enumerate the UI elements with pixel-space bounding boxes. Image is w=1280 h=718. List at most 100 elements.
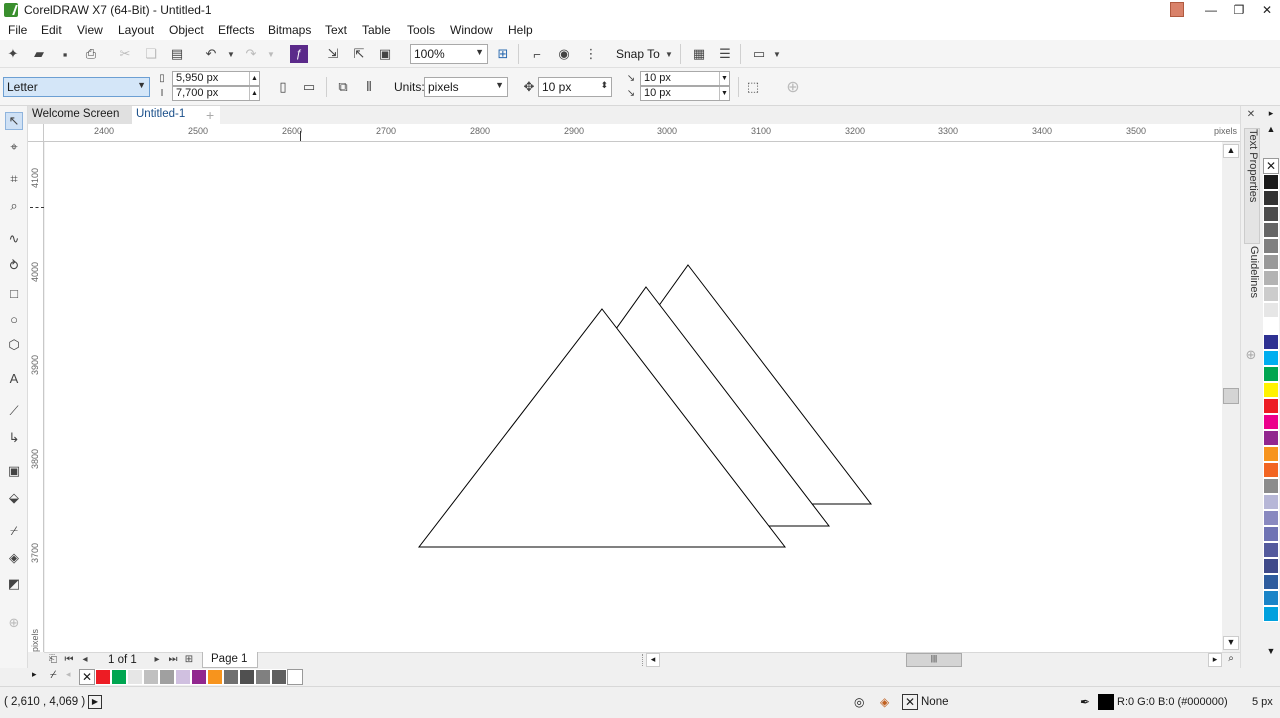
menu-layout[interactable]: Layout bbox=[118, 23, 154, 37]
splitter[interactable] bbox=[642, 654, 643, 666]
docker-close-icon[interactable]: ✕ bbox=[1243, 108, 1259, 120]
vertical-ruler[interactable]: 4100 4000 3900 3800 3700 pixels bbox=[28, 142, 44, 652]
color-swatch[interactable] bbox=[1263, 302, 1279, 318]
smart-fill-tool-icon[interactable]: ◩ bbox=[5, 575, 23, 593]
color-swatch[interactable] bbox=[1263, 414, 1279, 430]
color-swatch[interactable] bbox=[1263, 238, 1279, 254]
color-swatch[interactable] bbox=[1263, 462, 1279, 478]
color-swatch[interactable] bbox=[1263, 318, 1279, 334]
full-screen-preview-icon[interactable]: ⊞ bbox=[494, 45, 512, 63]
document-color-swatch[interactable] bbox=[271, 669, 287, 685]
last-page-icon[interactable]: ⏭ bbox=[166, 652, 180, 666]
vertical-scrollbar[interactable]: ▲ ▼ bbox=[1222, 142, 1240, 652]
add-page-icon[interactable]: ⊞ bbox=[182, 652, 196, 666]
publish-pdf-icon[interactable]: ▣ bbox=[376, 45, 394, 63]
duplicate-distance-y-field[interactable]: 10 px ▼ bbox=[640, 86, 730, 101]
color-swatch[interactable] bbox=[1263, 398, 1279, 414]
color-swatch[interactable] bbox=[1263, 590, 1279, 606]
close-button[interactable]: ✕ bbox=[1252, 0, 1280, 20]
document-color-swatch[interactable] bbox=[239, 669, 255, 685]
menu-help[interactable]: Help bbox=[508, 23, 533, 37]
docker-tab-guidelines[interactable]: Guidelines bbox=[1244, 246, 1260, 314]
no-color-swatch[interactable]: ✕ bbox=[1263, 158, 1279, 174]
add-document-tab-icon[interactable]: + bbox=[206, 107, 214, 123]
export-icon[interactable]: ⇱ bbox=[350, 45, 368, 63]
page-tab-1[interactable]: Page 1 bbox=[202, 652, 258, 668]
doc-palette-scroll-left-icon[interactable]: ◂ bbox=[66, 669, 71, 680]
page-options-icon[interactable]: ⎗ bbox=[46, 652, 60, 666]
treat-as-filled-icon[interactable]: ⬚ bbox=[744, 78, 762, 96]
redo-icon[interactable]: ↷ bbox=[242, 45, 260, 63]
horizontal-ruler[interactable]: 2400 2500 2600 2700 2800 2900 3000 3100 … bbox=[44, 124, 1240, 142]
horizontal-scroll-thumb[interactable]: ||| bbox=[906, 653, 962, 667]
paste-icon[interactable]: ▤ bbox=[168, 45, 186, 63]
scroll-down-icon[interactable]: ▼ bbox=[1223, 636, 1239, 650]
menu-text[interactable]: Text bbox=[325, 23, 347, 37]
tab-welcome-screen[interactable]: Welcome Screen bbox=[28, 106, 132, 124]
docker-tab-text-properties[interactable]: Text Properties bbox=[1244, 128, 1260, 244]
customize-toolbox-icon[interactable]: ⊕ bbox=[5, 614, 23, 632]
ruler-origin[interactable] bbox=[28, 124, 44, 142]
show-grid-icon[interactable]: ◉ bbox=[555, 45, 573, 63]
menu-object[interactable]: Object bbox=[169, 23, 204, 37]
freehand-tool-icon[interactable]: ∿ bbox=[5, 230, 23, 248]
drawing-area[interactable] bbox=[45, 142, 1222, 652]
current-page-icon[interactable]: ⫴ bbox=[360, 78, 378, 96]
next-page-icon[interactable]: ▸ bbox=[150, 652, 164, 666]
document-color-swatch[interactable] bbox=[127, 669, 143, 685]
color-eyedropper-tool-icon[interactable]: ⌿ bbox=[5, 522, 23, 540]
undo-icon[interactable]: ↶ bbox=[202, 45, 220, 63]
landscape-icon[interactable]: ▭ bbox=[300, 78, 318, 96]
search-content-icon[interactable]: ƒ bbox=[290, 45, 308, 63]
transparency-tool-icon[interactable]: ⬙ bbox=[5, 489, 23, 507]
menu-table[interactable]: Table bbox=[362, 23, 391, 37]
zoom-navigator-icon[interactable]: ⌕ bbox=[1224, 653, 1238, 667]
drawing-canvas[interactable] bbox=[45, 142, 1222, 652]
nudge-distance-field[interactable]: 10 px ⬍ bbox=[538, 77, 612, 97]
outline-color-swatch[interactable] bbox=[1098, 694, 1114, 710]
menu-bitmaps[interactable]: Bitmaps bbox=[268, 23, 311, 37]
zoom-tool-icon[interactable]: ⌕ bbox=[5, 197, 23, 215]
menu-effects[interactable]: Effects bbox=[218, 23, 254, 37]
drop-shadow-tool-icon[interactable]: ▣ bbox=[5, 462, 23, 480]
document-color-swatch[interactable] bbox=[175, 669, 191, 685]
document-color-swatch[interactable] bbox=[95, 669, 111, 685]
vertical-scroll-thumb[interactable] bbox=[1223, 388, 1239, 404]
color-swatch[interactable] bbox=[1263, 574, 1279, 590]
page-width-field[interactable]: 5,950 px ▲ bbox=[172, 71, 260, 86]
interactive-fill-tool-icon[interactable]: ◈ bbox=[5, 549, 23, 567]
artistic-media-tool-icon[interactable]: ⥁ bbox=[5, 257, 23, 275]
palette-scroll-down-icon[interactable]: ▼ bbox=[1263, 646, 1279, 660]
fill-none-swatch[interactable]: ✕ bbox=[902, 694, 918, 710]
snap-to-dropdown-icon[interactable]: ▼ bbox=[660, 45, 678, 63]
undo-dropdown-icon[interactable]: ▼ bbox=[222, 45, 240, 63]
document-color-swatch[interactable] bbox=[191, 669, 207, 685]
scroll-left-icon[interactable]: ◂ bbox=[646, 653, 660, 667]
color-swatch[interactable] bbox=[1263, 222, 1279, 238]
user-icon[interactable] bbox=[1170, 2, 1184, 17]
portrait-icon[interactable]: ▯ bbox=[274, 78, 292, 96]
eyedropper-icon[interactable]: ⌿ bbox=[50, 669, 57, 682]
color-swatch[interactable] bbox=[1263, 206, 1279, 222]
palette-scroll-up-icon[interactable]: ▸ bbox=[1263, 108, 1279, 122]
scroll-right-icon[interactable]: ▸ bbox=[1208, 653, 1222, 667]
color-swatch[interactable] bbox=[1263, 446, 1279, 462]
text-tool-icon[interactable]: A bbox=[5, 369, 23, 387]
add-docker-icon[interactable]: ⊕ bbox=[1243, 346, 1259, 364]
no-color-swatch[interactable]: ✕ bbox=[79, 669, 95, 685]
redo-dropdown-icon[interactable]: ▼ bbox=[262, 45, 280, 63]
units-select[interactable]: pixels ▼ bbox=[424, 77, 508, 97]
application-launcher-icon[interactable]: ▭ bbox=[750, 45, 768, 63]
scroll-up-icon[interactable]: ▲ bbox=[1223, 144, 1239, 158]
zoom-level-select[interactable]: 100% ▼ bbox=[410, 44, 488, 64]
color-swatch[interactable] bbox=[1263, 526, 1279, 542]
pick-tool-icon[interactable]: ↖ bbox=[5, 112, 23, 130]
previous-page-icon[interactable]: ◂ bbox=[78, 652, 92, 666]
minimize-button[interactable]: — bbox=[1196, 0, 1226, 20]
launcher-dropdown-icon[interactable]: ▼ bbox=[768, 45, 786, 63]
show-guidelines-icon[interactable]: ⋮ bbox=[582, 45, 600, 63]
copy-icon[interactable]: ❏ bbox=[142, 45, 160, 63]
color-swatch[interactable] bbox=[1263, 558, 1279, 574]
page-size-select[interactable]: Letter ▼ bbox=[3, 77, 150, 97]
polygon-tool-icon[interactable]: ⬡ bbox=[5, 336, 23, 354]
